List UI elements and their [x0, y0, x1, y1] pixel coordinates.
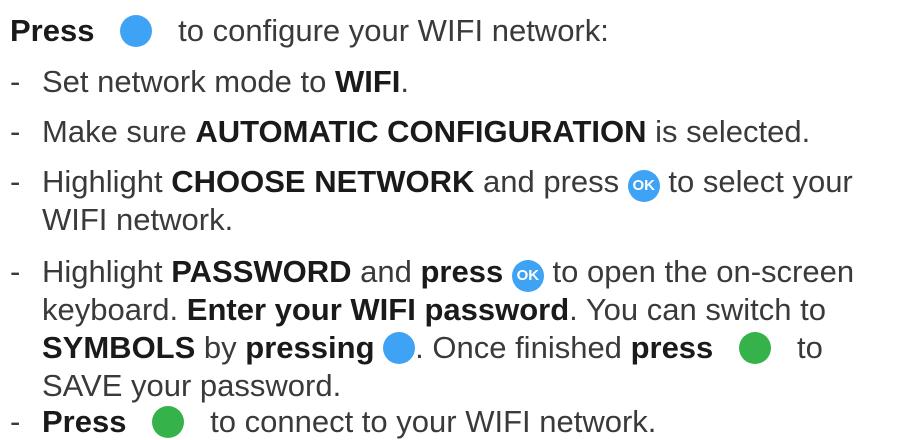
step4-symbols: SYMBOLS: [42, 330, 196, 365]
step-3-cont: WIFI network.: [42, 202, 233, 238]
green-button-icon: [152, 406, 185, 438]
step4-press-2: press: [630, 330, 714, 365]
step5-press: Press: [42, 404, 127, 439]
bullet-dash: -: [10, 164, 21, 199]
green-button-icon: [739, 332, 772, 364]
bullet-dash: -: [10, 254, 21, 289]
ok-button-icon: OK: [627, 169, 660, 202]
bullet-dash: -: [10, 404, 21, 439]
step-5: - Press to connect to your WIFI network.: [10, 404, 656, 440]
step1-period: .: [400, 64, 409, 99]
step-1: - Set network mode to WIFI.: [10, 64, 409, 100]
step-4: - Highlight PASSWORD and press OK to open…: [10, 254, 854, 292]
step3-suffix: to select your: [668, 164, 853, 199]
wifi-instructions: Press to configure your WIFI network: -S…: [0, 0, 912, 439]
step4-keyboard: keyboard.: [42, 292, 179, 327]
step-2: - Make sure AUTOMATIC CONFIGURATION is se…: [10, 114, 810, 150]
step3-choose-network: CHOOSE NETWORK: [171, 164, 475, 199]
step4-password: PASSWORD: [171, 254, 352, 289]
bullet-dash: -: [10, 64, 21, 99]
step4-by: by: [203, 330, 237, 365]
step2-text: Make sure: [42, 114, 187, 149]
step3-highlight: Highlight: [42, 164, 163, 199]
step2-suffix: is selected.: [655, 114, 811, 149]
step4-save-password: SAVE your password.: [42, 368, 342, 403]
step3-and-press: and press: [483, 164, 620, 199]
step-4-cont-3: SAVE your password.: [42, 368, 341, 404]
ok-button-icon: OK: [511, 259, 544, 292]
blue-button-icon: [120, 15, 153, 47]
step5-text: to connect to your WIFI network.: [210, 404, 657, 439]
step-3: - Highlight CHOOSE NETWORK and press OK t…: [10, 164, 853, 202]
step4-and: and: [360, 254, 412, 289]
step1-wifi: WIFI: [334, 64, 401, 99]
step4-highlight: Highlight: [42, 254, 163, 289]
step2-automatic-config: AUTOMATIC CONFIGURATION: [195, 114, 647, 149]
step4-once-finished: . Once finished: [415, 330, 622, 365]
step4-press: press: [420, 254, 504, 289]
step4-enter-password: Enter your WIFI password: [186, 292, 570, 327]
intro-text: to configure your WIFI network:: [178, 13, 609, 48]
step4-to: to: [796, 330, 823, 365]
step4-pressing: pressing: [245, 330, 375, 365]
step3-line2: WIFI network.: [42, 202, 234, 237]
blue-button-icon: [383, 332, 416, 364]
step-4-cont-2: SYMBOLS by pressing . Once finished pres…: [42, 330, 823, 366]
step4-switch-to: . You can switch to: [569, 292, 826, 327]
step-4-cont-1: keyboard. Enter your WIFI password. You …: [42, 292, 826, 328]
bullet-dash: -: [10, 114, 21, 149]
intro-press: Press: [10, 13, 95, 48]
step1-text: Set network mode to: [42, 64, 327, 99]
step4-suffix: to open the on-screen: [552, 254, 855, 289]
intro-line: Press to configure your WIFI network:: [10, 13, 609, 49]
